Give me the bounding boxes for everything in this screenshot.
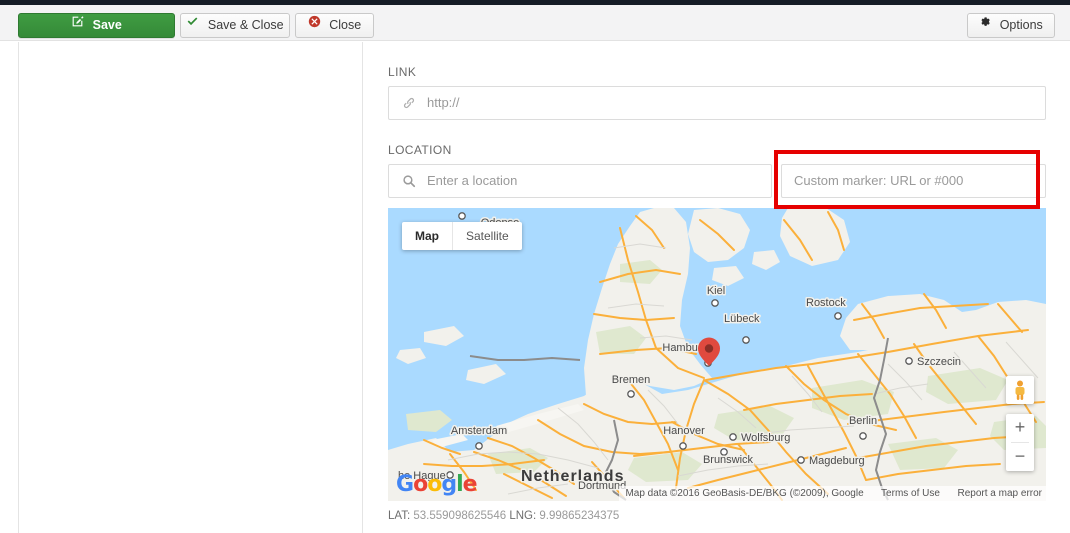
map-city-label: Brunswick xyxy=(703,454,754,466)
map-city-dot xyxy=(742,336,750,344)
cancel-circle-icon xyxy=(308,13,321,36)
link-chain-icon xyxy=(402,96,416,110)
map-canvas: NetherlandsOdenseKielRostockLübeckHambur… xyxy=(388,208,1046,501)
search-icon xyxy=(402,174,416,188)
location-input-placeholder: Enter a location xyxy=(427,173,518,188)
map-city-dot xyxy=(627,390,635,398)
map-data-attribution: Map data ©2016 GeoBasis-DE/BKG (©2009), … xyxy=(625,488,864,499)
map-city-dot xyxy=(679,442,687,450)
lat-key: LAT: xyxy=(388,510,411,522)
options-button[interactable]: Options xyxy=(967,13,1055,38)
lng-value: 9.99865234375 xyxy=(539,510,620,522)
map-city-dot xyxy=(905,357,913,365)
map-type-control[interactable]: Map Satellite xyxy=(402,222,522,250)
link-field-label: LINK xyxy=(388,65,417,79)
zoom-out-button[interactable]: − xyxy=(1006,443,1034,471)
map-city-label: Berlin xyxy=(849,415,877,427)
map-city-dot xyxy=(859,432,867,440)
map-city-label: Hanover xyxy=(663,425,705,437)
link-input[interactable]: http:// xyxy=(388,86,1046,120)
map-city-dot xyxy=(458,212,466,220)
custom-marker-input-placeholder: Custom marker: URL or #000 xyxy=(794,173,964,188)
map-city-label: Kiel xyxy=(707,285,725,297)
zoom-in-button[interactable]: + xyxy=(1006,414,1034,442)
close-button-label: Close xyxy=(329,18,362,33)
latlng-readout: LAT: 53.559098625546 LNG: 9.99865234375 xyxy=(388,510,619,522)
map-city-dot xyxy=(797,456,805,464)
gear-icon xyxy=(979,13,991,36)
link-input-placeholder: http:// xyxy=(427,95,460,110)
save-button-label: Save xyxy=(92,18,122,33)
edit-icon xyxy=(71,13,84,36)
map-city-dot xyxy=(834,312,842,320)
save-and-close-button[interactable]: Save & Close xyxy=(180,13,290,38)
options-button-label: Options xyxy=(999,18,1043,33)
save-button[interactable]: Save xyxy=(18,13,175,38)
map-zoom-control[interactable]: + − xyxy=(1006,414,1034,471)
close-button[interactable]: Close xyxy=(295,13,374,38)
map-type-map-button[interactable]: Map xyxy=(402,222,452,250)
map-city-label: Szczecin xyxy=(917,356,961,368)
map-city-label: Rostock xyxy=(806,297,846,309)
lng-key: LNG: xyxy=(509,510,537,522)
map-city-label: Amsterdam xyxy=(451,425,507,437)
custom-marker-input[interactable]: Custom marker: URL or #000 xyxy=(781,164,1046,198)
content-form-column: LINK http:// LOCATION Enter a location C… xyxy=(364,42,1070,533)
map-city-dot xyxy=(711,299,719,307)
report-map-error-link[interactable]: Report a map error xyxy=(958,488,1042,499)
terms-of-use-link[interactable]: Terms of Use xyxy=(881,488,940,499)
check-icon xyxy=(186,13,199,36)
map-city-label: Magdeburg xyxy=(809,455,865,467)
map-city-label: Bremen xyxy=(612,374,651,386)
save-and-close-button-label: Save & Close xyxy=(207,18,284,33)
editor-toolbar: Save Save & Close Close Options xyxy=(0,5,1070,41)
location-field-label: LOCATION xyxy=(388,143,452,157)
map-city-label: Wolfsburg xyxy=(741,432,790,444)
google-map[interactable]: NetherlandsOdenseKielRostockLübeckHambur… xyxy=(388,208,1046,501)
left-side-panel xyxy=(18,42,363,533)
map-type-satellite-button[interactable]: Satellite xyxy=(453,222,522,250)
map-city-dot xyxy=(729,433,737,441)
street-view-pegman-icon[interactable] xyxy=(1006,376,1034,404)
map-attribution-bar: Map data ©2016 GeoBasis-DE/BKG (©2009), … xyxy=(619,486,1046,501)
google-logo: Google xyxy=(396,472,478,497)
map-city-label: Lübeck xyxy=(724,313,760,325)
location-input[interactable]: Enter a location xyxy=(388,164,772,198)
lat-value: 53.559098625546 xyxy=(413,510,507,522)
map-city-dot xyxy=(475,442,483,450)
